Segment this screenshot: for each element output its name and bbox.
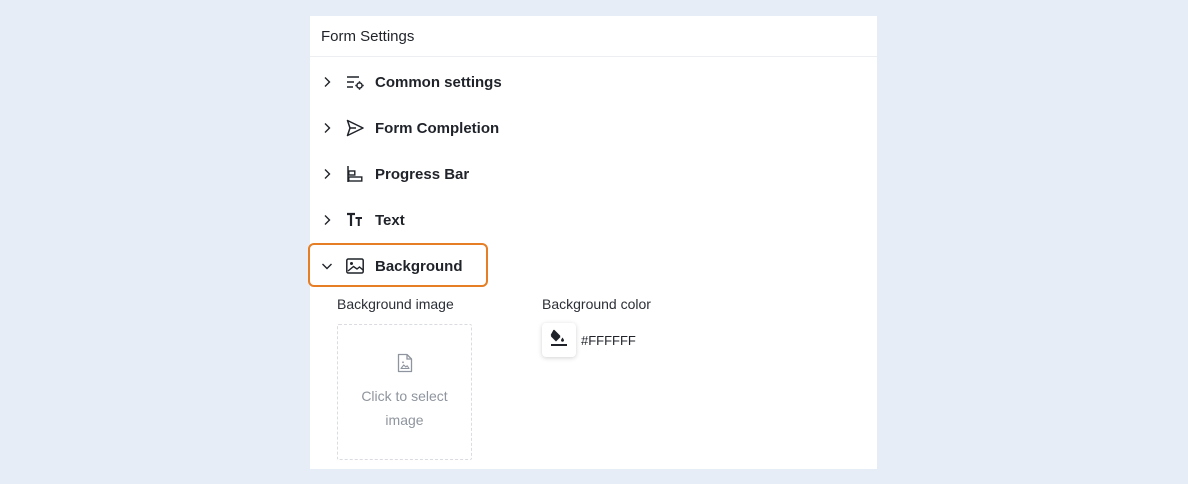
chevron-down-icon [320,259,334,273]
chevron-right-icon [320,213,334,227]
background-image-label: Background image [337,296,454,312]
background-color-label: Background color [542,296,651,312]
image-icon [344,255,366,277]
form-settings-panel: Form Settings Common settings Form Compl… [308,16,877,469]
section-progress-bar[interactable]: Progress Bar [310,153,530,195]
section-label: Background [375,257,463,275]
background-color-picker-button[interactable] [542,323,576,357]
upload-hint-text: Click to select image [361,387,448,428]
chevron-right-icon [320,121,334,135]
chevron-right-icon [320,167,334,181]
background-image-upload[interactable]: Click to select image [337,324,472,460]
paint-bucket-icon [550,329,568,352]
send-icon [344,117,366,139]
section-label: Progress Bar [375,165,470,183]
section-text[interactable]: Text [310,199,530,241]
section-label: Form Completion [375,119,500,137]
background-color-value: #FFFFFF [581,333,636,348]
chevron-right-icon [320,75,334,89]
section-label: Text [375,211,405,229]
text-icon [344,209,366,231]
file-image-icon [396,353,414,378]
section-common-settings[interactable]: Common settings [310,61,530,103]
panel-title: Form Settings [321,27,415,45]
progress-bar-icon [344,163,366,185]
section-label: Common settings [375,73,502,91]
section-form-completion[interactable]: Form Completion [310,107,530,149]
list-settings-icon [344,71,366,93]
panel-header: Form Settings [310,16,877,57]
section-background[interactable]: Background [310,245,486,287]
